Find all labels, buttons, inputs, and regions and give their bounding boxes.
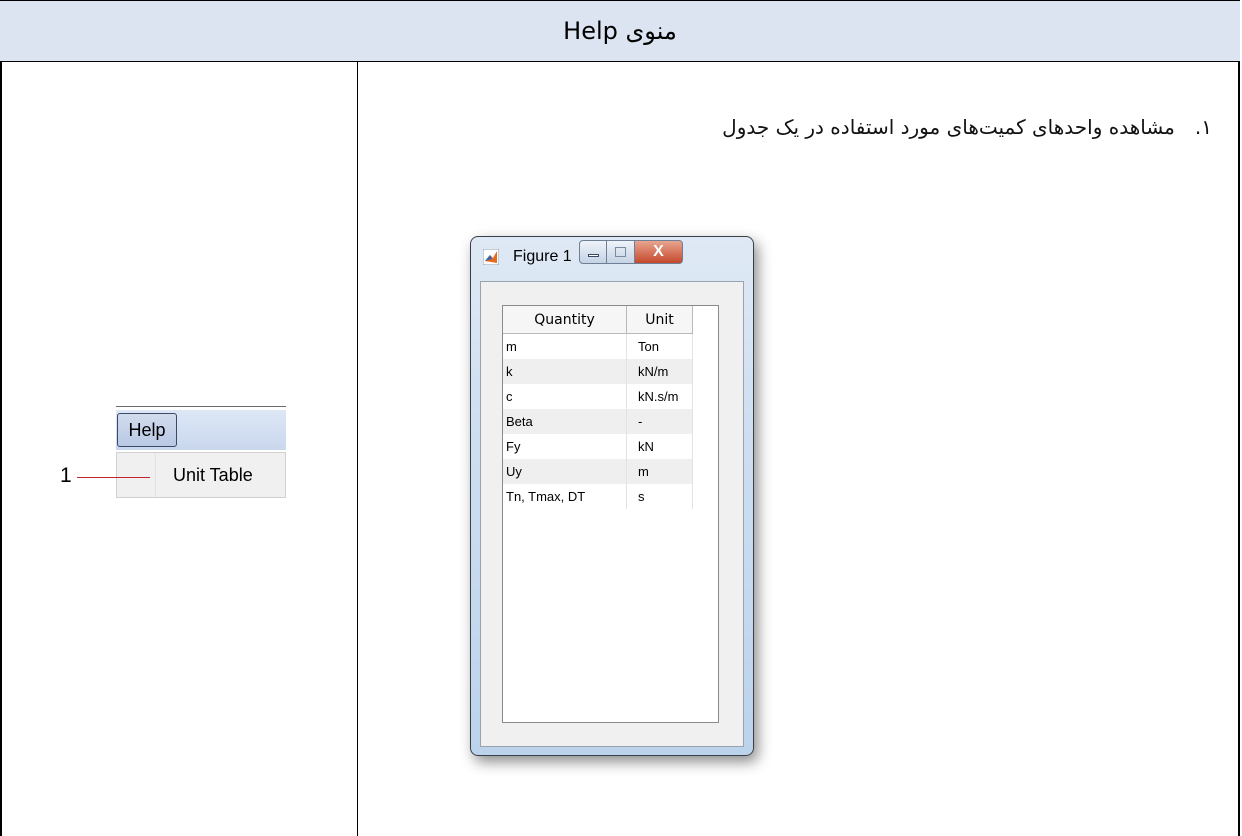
callout-leader-line — [77, 477, 150, 478]
table-row[interactable]: Uy m — [503, 459, 693, 484]
callout-number: 1 — [60, 464, 72, 487]
figure-window: Figure 1 X Quantity Unit m Ton k kN/m c … — [470, 236, 754, 756]
help-menu-dropdown: Unit Table — [116, 452, 286, 498]
figure-title: Figure 1 — [513, 248, 572, 265]
figure-client-area: Quantity Unit m Ton k kN/m c kN.s/m Beta… — [480, 281, 744, 747]
menu-bar-top-line — [116, 406, 286, 407]
quantity-cell: Tn, Tmax, DT — [503, 484, 627, 509]
help-menu-label: Help — [128, 419, 166, 440]
minimize-button[interactable] — [579, 240, 607, 264]
quantity-cell: Fy — [503, 434, 627, 459]
quantity-cell: Beta — [503, 409, 627, 434]
table-row[interactable]: Fy kN — [503, 434, 693, 459]
quantity-cell: m — [503, 334, 627, 359]
unit-cell: Ton — [627, 334, 693, 359]
close-icon: X — [653, 243, 664, 260]
table-row[interactable]: m Ton — [503, 334, 693, 359]
quantity-cell: k — [503, 359, 627, 384]
section-title: منوی Help — [563, 17, 677, 45]
unit-cell: kN — [627, 434, 693, 459]
unit-cell: s — [627, 484, 693, 509]
close-button[interactable]: X — [635, 240, 683, 264]
help-menu-button[interactable]: Help — [117, 413, 177, 447]
table-row[interactable]: k kN/m — [503, 359, 693, 384]
unit-table[interactable]: Quantity Unit m Ton k kN/m c kN.s/m Beta… — [502, 305, 719, 723]
maximize-button[interactable] — [607, 240, 635, 264]
quantity-cell: c — [503, 384, 627, 409]
column-header-quantity[interactable]: Quantity — [503, 306, 627, 334]
table-header-row: منوی Help — [0, 0, 1240, 62]
column-header-unit[interactable]: Unit — [627, 306, 693, 334]
unit-cell: kN.s/m — [627, 384, 693, 409]
table-row[interactable]: Tn, Tmax, DT s — [503, 484, 693, 509]
menu-item-unit-table[interactable]: Unit Table — [173, 453, 253, 497]
quantity-cell: Uy — [503, 459, 627, 484]
table-row[interactable]: c kN.s/m — [503, 384, 693, 409]
item-description: ۱. مشاهده واحدهای کمیت‌های مورد استفاده د… — [722, 115, 1212, 139]
figure-titlebar[interactable]: Figure 1 X — [471, 237, 753, 273]
table-row[interactable]: Beta - — [503, 409, 693, 434]
minimize-icon — [588, 254, 599, 257]
unit-cell: - — [627, 409, 693, 434]
description-number: ۱. — [1194, 115, 1212, 139]
maximize-icon — [615, 247, 626, 257]
unit-cell: m — [627, 459, 693, 484]
menu-icon-gutter — [155, 453, 156, 497]
unit-cell: kN/m — [627, 359, 693, 384]
description-text: مشاهده واحدهای کمیت‌های مورد استفاده در … — [722, 115, 1175, 139]
column-divider — [357, 62, 358, 836]
matlab-logo-icon — [482, 248, 500, 266]
